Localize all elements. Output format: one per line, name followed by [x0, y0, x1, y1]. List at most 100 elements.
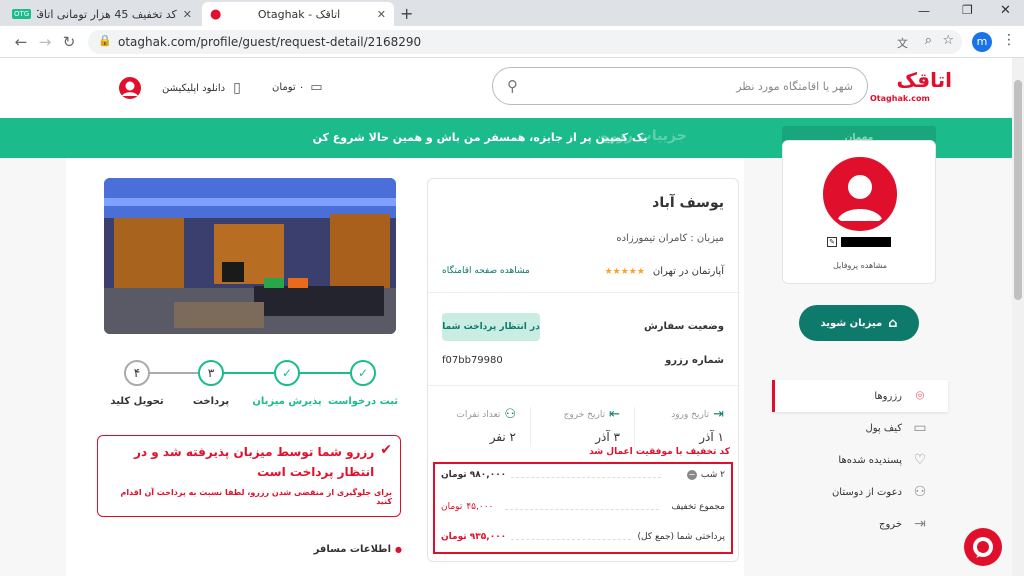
- reload-icon[interactable]: ↻: [58, 31, 80, 53]
- listing-photo[interactable]: [104, 178, 396, 334]
- become-host-button[interactable]: ⌂ میزبان شوید: [799, 305, 919, 341]
- zoom-icon[interactable]: ⌕: [925, 33, 932, 48]
- browser-tab-active[interactable]: ● Otaghak - اتاقک ✕: [202, 2, 394, 26]
- menu-dots-icon[interactable]: ⋮: [1002, 32, 1016, 48]
- check-circle-icon: ✔: [380, 442, 392, 458]
- nights-row-label: ۲ شب −: [686, 470, 725, 480]
- back-icon[interactable]: ←: [10, 31, 32, 53]
- step-label: پرداخت: [192, 396, 230, 407]
- search-icon: ⚲: [507, 77, 518, 95]
- scrollbar[interactable]: [1012, 58, 1024, 576]
- edit-icon[interactable]: ✎: [827, 237, 837, 247]
- tab-title: Otaghak - اتاقک: [257, 7, 341, 21]
- step-label: پذیرش میزبان: [252, 396, 322, 407]
- sidebar-item-bookings[interactable]: ⌾ رزروها: [772, 380, 948, 412]
- nights-price: ۹۸۰,۰۰۰ تومان: [441, 470, 507, 480]
- status-badge: در انتظار پرداخت شما: [442, 313, 540, 341]
- discount-value: ۴۵,۰۰۰: [466, 502, 494, 512]
- host-name: میزبان : کامران تیمورزاده: [616, 233, 724, 244]
- wallet-icon: ▭: [913, 420, 927, 436]
- step-payment: ۳: [198, 360, 224, 386]
- sidebar-item-invite[interactable]: ⚇ دعوت از دوستان: [772, 476, 948, 508]
- sidebar-item-label: پسندیده شده‌ها: [838, 454, 902, 466]
- discount-success-note: کد تخفیف با موفقیت اعمال شد: [589, 447, 730, 457]
- collapse-icon[interactable]: −: [686, 470, 697, 480]
- discount-label: مجموع تخفیف: [671, 502, 725, 512]
- download-app-label: دانلود اپلیکیشن: [162, 82, 226, 94]
- step-key-delivery: ۴: [124, 360, 150, 386]
- chat-widget-button[interactable]: [964, 528, 1002, 566]
- status-alert: ✔ رزرو شما توسط میزبان پذیرفته شد و در ا…: [97, 435, 401, 517]
- guests-block: ⚇ تعداد نفرات ۲ نفر: [436, 407, 516, 444]
- guest-info-title: اطلاعات مسافر: [313, 544, 392, 555]
- user-avatar-icon[interactable]: [118, 76, 142, 100]
- booking-number-label: شماره رزرو: [665, 355, 724, 366]
- sidebar-item-logout[interactable]: ⇥ خروج: [772, 508, 948, 540]
- browser-tab-inactive[interactable]: OTG کد تخفیف 45 هزار تومانی اتاقک برا...…: [4, 2, 200, 26]
- checkout-icon: ⇤: [609, 407, 620, 422]
- divider: [634, 407, 635, 447]
- close-icon[interactable]: ✕: [377, 8, 386, 21]
- lock-icon: 🔒: [98, 34, 112, 47]
- new-tab-icon[interactable]: +: [400, 4, 413, 23]
- search-input[interactable]: شهر یا اقامتگاه مورد نظر ⚲: [492, 67, 868, 105]
- discount-value-row: ۴۵,۰۰۰ تومان: [441, 502, 493, 512]
- url-input[interactable]: 🔒 otaghak.com/profile/guest/request-deta…: [88, 30, 962, 54]
- divider: [428, 292, 740, 293]
- wallet-link[interactable]: ▭ ۰ تومان: [272, 80, 323, 95]
- forward-icon[interactable]: →: [34, 31, 56, 53]
- sidebar-item-label: رزروها: [874, 390, 902, 402]
- wallet-icon: ▭: [310, 80, 323, 95]
- sidebar-item-wallet[interactable]: ▭ کیف پول: [772, 412, 948, 444]
- profile-avatar[interactable]: m: [972, 32, 992, 52]
- banner-text: یک کمپین پر از جایزه، همسفر من باش و همی…: [312, 131, 648, 144]
- checkout-date: ۳ آذر: [595, 430, 620, 444]
- site-header: ▯ دانلود اپلیکیشن ▭ ۰ تومان شهر یا اقامت…: [0, 58, 1012, 118]
- checkin-date: ۱ آذر: [699, 430, 724, 444]
- bullet-icon: ●: [395, 545, 402, 554]
- scrollbar-thumb[interactable]: [1014, 80, 1022, 300]
- status-label: وضعیت سفارش: [643, 321, 724, 332]
- nights-label: ۲ شب: [700, 470, 725, 480]
- tab-favicon-icon: OTG: [12, 9, 32, 19]
- pin-favicon-icon: ●: [210, 6, 222, 22]
- invite-icon: ⚇: [913, 484, 927, 500]
- listing-type: آپارتمان در تهران: [652, 266, 724, 277]
- guests-icon: ⚇: [504, 407, 516, 422]
- window-close-icon[interactable]: ✕: [1000, 3, 1011, 18]
- profile-card: ✎ مشاهده پروفایل: [782, 140, 936, 284]
- home-icon: ⌂: [888, 315, 898, 331]
- divider: [530, 407, 531, 447]
- step-request-submitted: ✓: [350, 360, 376, 386]
- view-listing-link[interactable]: مشاهده صفحه اقامتگاه: [442, 266, 530, 276]
- view-profile-link[interactable]: مشاهده پروفایل: [783, 261, 937, 270]
- search-placeholder: شهر یا اقامتگاه مورد نظر: [736, 79, 853, 93]
- become-host-label: میزبان شوید: [820, 317, 883, 329]
- wallet-balance: ۰ تومان: [272, 82, 305, 93]
- alert-body: برای جلوگیری از منقضی شدن رزرو، لطفا نسب…: [120, 488, 392, 506]
- checkout-block: ⇤ تاریخ خروج ۳ آذر: [540, 407, 620, 444]
- redacted-name: [841, 237, 891, 247]
- logo[interactable]: اتاقک Otaghak.com: [868, 68, 952, 108]
- sidebar-item-favorites[interactable]: ♡ پسندیده شده‌ها: [772, 444, 948, 476]
- guests-label: تعداد نفرات: [456, 409, 501, 420]
- booking-number: f07bb79980: [442, 355, 503, 366]
- address-bar-row: ← → ↻ 🔒 otaghak.com/profile/guest/reques…: [0, 26, 1024, 58]
- logo-subtext: Otaghak.com: [870, 94, 930, 103]
- guest-info-heading: ● اطلاعات مسافر: [310, 544, 402, 555]
- restore-icon[interactable]: ❐: [962, 3, 973, 17]
- phone-icon: ▯: [233, 80, 241, 96]
- divider: [428, 385, 740, 386]
- download-app-link[interactable]: ▯ دانلود اپلیکیشن: [162, 80, 241, 96]
- guests-count: ۲ نفر: [489, 430, 516, 444]
- minimize-icon[interactable]: —: [918, 4, 930, 18]
- sidebar-item-label: دعوت از دوستان: [831, 486, 902, 498]
- translate-icon[interactable]: 文: [897, 35, 908, 51]
- divider: [505, 509, 659, 510]
- star-rating: ★★★★★: [604, 266, 645, 277]
- divider: [511, 477, 661, 478]
- bookmark-star-icon[interactable]: ☆: [942, 33, 954, 48]
- checkin-label: تاریخ ورود: [671, 409, 710, 420]
- close-icon[interactable]: ✕: [183, 8, 192, 21]
- tab-title: کد تخفیف 45 هزار تومانی اتاقک برا...: [37, 7, 177, 21]
